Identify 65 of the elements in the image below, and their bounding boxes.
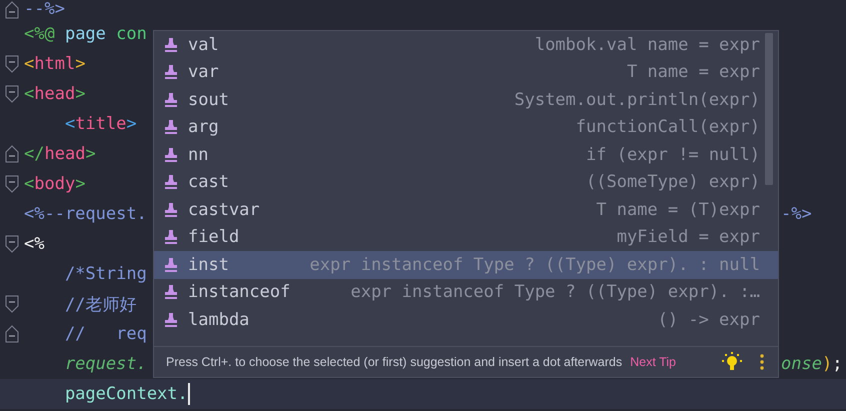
code-text: < (64, 114, 76, 134)
code-text: < (24, 54, 34, 74)
code-text: ; (832, 354, 842, 374)
tip-text: Press Ctrl+. to choose the selected (or first) suggestion and insert a dot afterwards (166, 355, 622, 369)
stamp-icon (164, 312, 178, 328)
completion-item[interactable]: arg functionCall(expr) (154, 114, 778, 141)
code-text: < (24, 174, 34, 194)
completion-item[interactable]: cast ((SomeType) expr) (154, 168, 778, 196)
stamp-icon (164, 284, 178, 300)
code-text: //老师好 (64, 294, 136, 316)
stamp-icon (164, 92, 178, 108)
stamp-icon (164, 64, 178, 80)
completion-item[interactable]: inst expr instanceof Type ? ((Type) expr). : null (154, 251, 778, 278)
code-text: -%> (781, 204, 812, 224)
stamp-icon (164, 119, 178, 136)
code-text: body (34, 174, 76, 194)
completion-item[interactable]: castvar T name = (T)expr (154, 196, 778, 224)
code-text: <%@ (24, 24, 56, 44)
code-text: > (75, 84, 86, 104)
completion-item[interactable]: nn if (expr != null) (154, 141, 778, 168)
code-text: > (75, 174, 86, 194)
code-text: head (44, 144, 86, 164)
code-text: <% (24, 234, 44, 254)
code-text: > (126, 114, 137, 134)
unfold-end-icon[interactable] (5, 325, 19, 343)
code-text: onse (781, 354, 822, 374)
code-text: <%--request. (24, 204, 147, 224)
unfold-end-icon[interactable] (5, 1, 19, 19)
code-text: title (75, 114, 126, 134)
completion-item[interactable]: sout System.out.println(expr) (154, 86, 778, 114)
completion-item[interactable]: instanceof expr instanceof Type ? ((Type) expr). :… (154, 278, 778, 306)
next-tip-link[interactable]: Next Tip (630, 355, 676, 369)
code-text: ) (822, 354, 832, 374)
code-text: > (75, 54, 86, 74)
code-text: // req (64, 324, 147, 344)
stamp-icon (164, 229, 178, 246)
fold-icon[interactable] (5, 295, 19, 313)
fold-icon[interactable] (5, 235, 19, 253)
code-text: request. (64, 354, 147, 374)
stamp-icon (164, 256, 178, 273)
stamp-icon (164, 36, 178, 53)
fold-icon[interactable] (5, 55, 19, 73)
code-text: --%> (24, 0, 65, 19)
code-text: </ (24, 144, 44, 164)
code-text: head (34, 84, 76, 104)
completion-item[interactable]: var T name = expr (154, 58, 778, 86)
completion-item[interactable]: lambda () -> expr (154, 306, 778, 334)
code-text: page (64, 24, 107, 44)
code-text: html (34, 54, 76, 74)
fold-icon[interactable] (5, 175, 19, 193)
stamp-icon (164, 146, 178, 163)
code-text: con (116, 24, 147, 44)
fold-icon[interactable] (5, 85, 19, 103)
code-text: pageContext. (64, 384, 188, 404)
code-text: /*String (64, 264, 147, 284)
code-text: < (24, 84, 34, 104)
code-text: > (85, 144, 96, 164)
completion-item[interactable]: field myField = expr (154, 224, 778, 251)
more-menu-icon[interactable] (760, 354, 764, 370)
stamp-icon (164, 174, 178, 190)
unfold-end-icon[interactable] (5, 145, 19, 163)
scrollbar-thumb[interactable] (765, 33, 773, 185)
stamp-icon (164, 202, 178, 218)
lightbulb-icon[interactable] (722, 352, 742, 372)
completion-item[interactable]: val lombok.val name = expr (154, 31, 778, 58)
